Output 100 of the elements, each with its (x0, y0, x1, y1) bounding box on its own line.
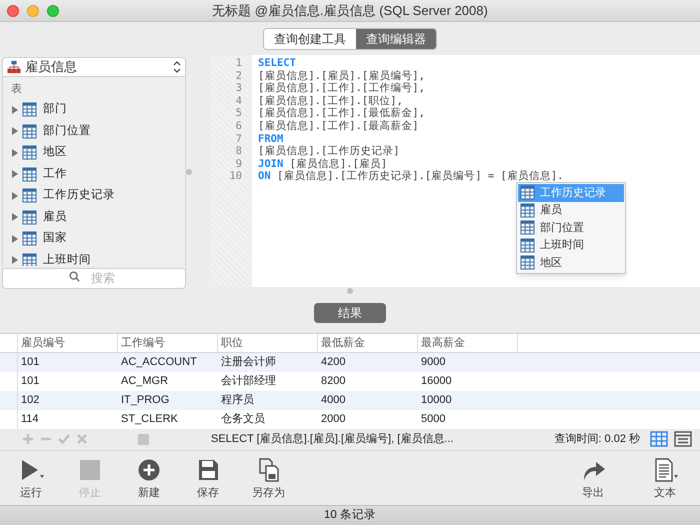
table-list-item[interactable]: 雇员 (11, 206, 185, 228)
table-list-item[interactable]: 部门 (11, 99, 185, 120)
minimize-button[interactable] (27, 4, 39, 16)
code-text: [雇员信息].[工作].[职位], (258, 94, 403, 107)
section-heading: 表 (11, 82, 22, 97)
checkmark-icon[interactable] (58, 433, 70, 445)
table-list-item[interactable]: 地区 (11, 142, 185, 164)
table-cell-text: 114 (21, 412, 39, 428)
table-cell-text: 4000 (321, 393, 346, 408)
table-cell-text: 101 (21, 355, 40, 370)
line-number: 2 (236, 70, 242, 82)
code-text: [雇员信息].[雇员].[雇员编号], (258, 70, 425, 82)
table-icon (520, 238, 535, 253)
table-cell-text: AC_MGR (121, 374, 168, 390)
table-cell-text: 10000 (421, 393, 452, 408)
table-cell-text: 2000 (321, 412, 346, 428)
table-icon (22, 188, 37, 204)
grid-view-icon[interactable] (650, 431, 668, 447)
close-button[interactable] (7, 4, 19, 16)
table-icon (520, 202, 535, 218)
record-count: 10 条记录 (324, 508, 376, 523)
table-list-item[interactable]: 工作历史记录 (11, 185, 185, 206)
table-icon (520, 185, 535, 200)
line-number: 9 (236, 158, 242, 170)
line-number: 6 (236, 120, 242, 133)
table-icon (520, 220, 535, 236)
splitter-handle[interactable] (347, 288, 353, 294)
query-time: 查询时间: 0.02 秒 (554, 432, 640, 447)
autocomplete-item[interactable]: 地区 (518, 254, 624, 272)
query-text: SELECT [雇员信息].[雇员].[雇员编号], [雇员信息... (211, 432, 454, 447)
code-text: [雇员信息].[工作历史记录].[雇员编号] = [雇员信息]. (276, 170, 564, 183)
table-cell-text: 程序员 (221, 392, 254, 408)
mode-tab[interactable]: 查询创建工具 (264, 28, 356, 48)
toolbar-button[interactable]: 文本 (646, 458, 684, 498)
code-text: [雇员信息].[工作].[最高薪金] (258, 120, 419, 133)
splitter-handle[interactable] (186, 169, 192, 175)
toolbar-button[interactable]: 另存为 (248, 458, 289, 498)
code-text: [雇员信息].[工作历史记录] (258, 145, 400, 158)
toolbar-button[interactable]: 保存 (189, 458, 227, 498)
table-cell-text: 4200 (321, 355, 346, 370)
form-view-icon[interactable] (674, 431, 692, 447)
table-cell-text: 注册会计师 (221, 354, 276, 370)
table-cell-text: 5000 (421, 412, 446, 428)
table-cell-text: AC_ACCOUNT (121, 355, 197, 370)
search-field[interactable]: 搜索 (2, 268, 186, 288)
table-cell-text: 102 (21, 393, 40, 408)
table-icon (520, 255, 535, 270)
window-title: 无标题 @雇员信息.雇员信息 (SQL Server 2008) (211, 2, 489, 20)
column-header[interactable]: 最高薪金 (421, 334, 465, 352)
mode-tab[interactable]: 查询编辑器 (356, 28, 436, 48)
cross-icon[interactable] (76, 433, 88, 445)
table-icon (22, 231, 37, 246)
line-number: 10 (229, 170, 242, 183)
database-select[interactable]: 雇员信息 (2, 57, 186, 77)
stop-query-icon[interactable] (138, 434, 149, 444)
table-list-item[interactable]: 部门位置 (11, 120, 185, 142)
autocomplete-item[interactable]: 雇员 (518, 202, 624, 219)
add-row-icon[interactable] (22, 433, 34, 445)
line-number: 1 (236, 57, 242, 70)
sql-keyword: JOIN (258, 158, 284, 170)
code-text: [雇员信息].[工作].[最低薪金], (258, 107, 425, 120)
table-list-item[interactable]: 国家 (11, 228, 185, 250)
column-header[interactable]: 最低薪金 (321, 334, 365, 352)
code-text: [雇员信息].[工作].[工作编号], (258, 82, 425, 95)
table-cell-text: 仓务文员 (221, 412, 265, 428)
table-cell-text: IT_PROG (121, 393, 170, 408)
toolbar-button[interactable]: 新建 (130, 458, 168, 498)
table-icon (22, 124, 37, 139)
table-cell-text: 9000 (421, 355, 446, 370)
stepper-chevron-icon (173, 61, 181, 73)
table-cell-text: 会计部经理 (221, 374, 276, 390)
table-icon (22, 166, 37, 182)
table-icon (22, 102, 37, 118)
table-list-item[interactable]: 上班时间 (11, 250, 185, 266)
sql-keyword: SELECT (258, 57, 296, 70)
table-icon (22, 145, 37, 160)
table-icon (22, 210, 37, 225)
table-cell-text: 8200 (321, 374, 346, 390)
column-header[interactable]: 职位 (221, 334, 243, 352)
table-cell-text: 101 (21, 374, 40, 390)
column-header[interactable]: 工作编号 (121, 334, 165, 352)
toolbar-button[interactable]: 导出 (574, 458, 612, 498)
results-button[interactable]: 结果 (314, 303, 386, 323)
autocomplete-item[interactable]: 上班时间 (518, 236, 624, 254)
line-number: 3 (236, 82, 242, 95)
column-header[interactable]: 雇员编号 (21, 334, 65, 352)
autocomplete-item[interactable]: 部门位置 (518, 219, 624, 236)
line-number: 7 (236, 132, 242, 146)
line-number: 4 (236, 94, 242, 108)
table-cell-text: ST_CLERK (121, 412, 178, 428)
sql-keyword: FROM (258, 132, 284, 145)
line-number: 5 (236, 107, 242, 120)
sql-keyword: ON (258, 170, 271, 183)
zoom-button[interactable] (47, 4, 59, 16)
search-icon (69, 271, 80, 282)
table-cell-text: 16000 (421, 374, 452, 390)
database-schema-icon (7, 60, 21, 74)
toolbar-button[interactable]: 运行 (12, 458, 50, 498)
table-list-item[interactable]: 工作 (11, 164, 185, 185)
code-text: [雇员信息].[雇员] (290, 158, 388, 170)
